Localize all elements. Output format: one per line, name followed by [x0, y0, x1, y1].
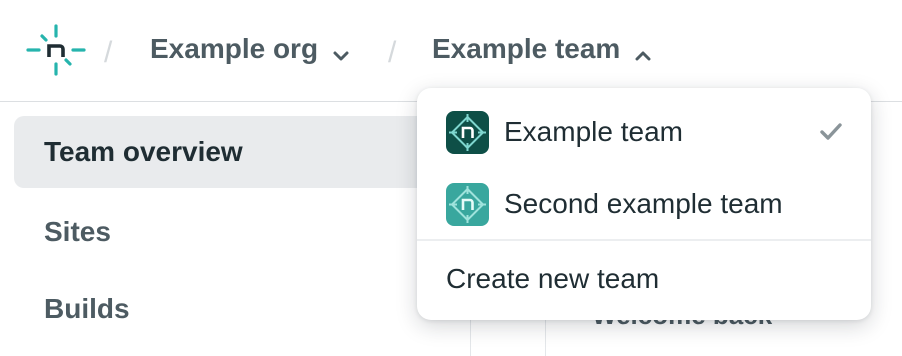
team-option-example-team[interactable]: Example team	[417, 96, 871, 168]
sidebar-item-label: Team overview	[44, 136, 243, 167]
sidebar-item-team-overview[interactable]: Team overview	[14, 116, 454, 188]
team-switcher-label: Example team	[432, 33, 621, 64]
team-option-label: Example team	[504, 116, 683, 147]
create-new-team-button[interactable]: Create new team	[417, 244, 871, 314]
chevron-up-icon	[634, 40, 652, 61]
chevron-down-icon	[332, 40, 350, 61]
create-new-team-label: Create new team	[446, 263, 660, 294]
top-navigation-bar: / Example org / Example team	[0, 0, 902, 102]
team-avatar-icon	[446, 182, 489, 226]
sidebar-item-builds[interactable]: Builds	[14, 273, 454, 345]
org-switcher-label: Example org	[150, 33, 319, 64]
team-switcher-dropdown: Example team Second example team Create …	[417, 88, 871, 320]
netlify-logo-icon[interactable]	[26, 24, 86, 76]
sidebar-item-label: Builds	[44, 293, 130, 324]
sidebar-item-sites[interactable]: Sites	[14, 196, 454, 268]
team-avatar-icon	[446, 110, 489, 154]
sidebar-item-label: Sites	[44, 216, 111, 247]
team-option-label: Second example team	[504, 188, 783, 219]
team-option-second-example-team[interactable]: Second example team	[417, 168, 871, 240]
checkmark-icon	[819, 120, 843, 144]
org-switcher-button[interactable]: Example org	[150, 33, 350, 65]
dropdown-divider	[417, 239, 871, 241]
sidebar-nav: Team overview Sites Builds	[0, 103, 470, 356]
breadcrumb-separator: /	[104, 36, 113, 69]
breadcrumb-separator: /	[388, 36, 397, 69]
team-switcher-button[interactable]: Example team	[432, 33, 652, 65]
